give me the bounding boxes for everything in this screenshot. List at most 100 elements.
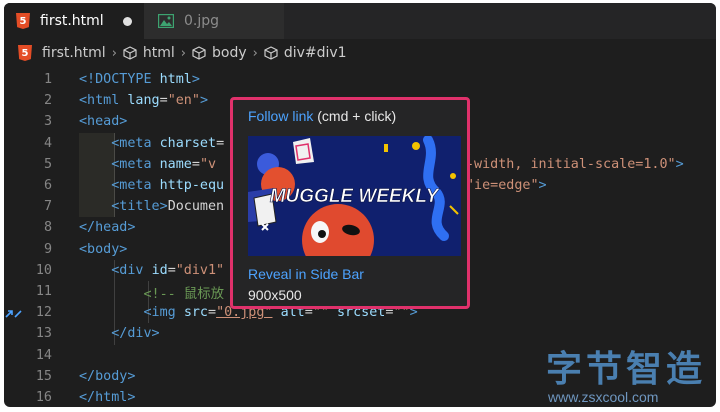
code-token: </div> (111, 326, 160, 342)
code-text: <!-- 鼠标放 (79, 282, 224, 302)
line-number: 13 (35, 326, 52, 342)
tab-label: 0.jpg (184, 13, 220, 29)
line-number: 3 (43, 114, 52, 130)
line-number: 10 (35, 262, 52, 278)
tab-label: first.html (40, 13, 104, 29)
code-token: <meta (111, 135, 160, 151)
chevron-right-icon: › (111, 45, 117, 61)
code-token: > (191, 72, 200, 87)
code-text: <meta charset= (79, 136, 224, 151)
code-token: > (675, 156, 684, 172)
breadcrumb-label: first.html (42, 45, 106, 61)
line-number: 4 (43, 135, 52, 151)
line-number: 6 (43, 178, 52, 193)
code-token: "ie=edge" (465, 178, 539, 193)
screenshot-frame: 5 first.html 0.jpg 5 first.html › html ›… (0, 0, 720, 412)
code-text: <head> (79, 114, 127, 129)
code-token: = (159, 93, 168, 109)
code-token: http-equ (159, 178, 225, 193)
code-token: lang (127, 93, 160, 109)
code-token: <!-- 鼠标放 (143, 286, 224, 302)
follow-link-hint: (cmd + click) (313, 108, 397, 124)
watermark-title: 字节智造 (546, 349, 707, 390)
link-gutter-icon (5, 310, 22, 318)
code-token: name (159, 156, 192, 172)
line-number: 1 (43, 72, 52, 87)
code-text: </html> (79, 390, 135, 405)
code-token: </head> (79, 220, 136, 236)
line-number: 11 (35, 284, 52, 299)
tab-0-jpg[interactable]: 0.jpg (144, 3, 284, 39)
line-number: 9 (43, 241, 52, 257)
code-line[interactable]: 1 <!DOCTYPE html> (4, 69, 716, 90)
chevron-right-icon: › (252, 45, 258, 61)
breadcrumb-body[interactable]: body (192, 45, 247, 61)
code-token: > (538, 178, 547, 193)
breadcrumb-div[interactable]: div#div1 (264, 45, 347, 61)
unsaved-dot-icon[interactable] (123, 17, 132, 26)
code-text: <div id="div1" (79, 263, 224, 278)
watermark: 字节智造 www.zsxcool.com (540, 340, 720, 410)
code-token: > (199, 93, 208, 109)
line-number: 15 (35, 368, 52, 384)
code-text: </head> (79, 220, 135, 235)
follow-link[interactable]: Follow link (248, 108, 313, 124)
code-token: = (167, 262, 176, 278)
code-token: <title> (111, 199, 168, 215)
code-token: <!DOCTYPE (79, 72, 160, 87)
code-text: </body> (79, 369, 135, 384)
code-text: <html lang="en"> (79, 93, 208, 108)
hover-preview-popup: Follow link (cmd + click) MUGGLE WEEKLY … (230, 97, 470, 309)
code-token: charset (159, 135, 217, 151)
breadcrumb: 5 first.html › html › body › div#div1 (4, 39, 716, 67)
code-text: </div> (79, 326, 160, 342)
image-file-icon (158, 14, 174, 28)
code-token: ce-width, initial-scale=1.0" (449, 156, 676, 172)
html5-icon: 5 (16, 13, 30, 29)
code-token: src (183, 305, 208, 321)
tab-first-html[interactable]: 5 first.html (4, 3, 144, 39)
line-number: 14 (35, 347, 52, 363)
code-token: <div (111, 262, 152, 278)
line-number: 2 (43, 93, 52, 109)
breadcrumb-label: html (142, 45, 175, 61)
code-text: <body> (79, 242, 127, 257)
code-token: <img (143, 305, 184, 321)
code-token: <html (79, 93, 128, 109)
code-text: <title>Documen (79, 199, 224, 214)
code-token: "en" (167, 93, 200, 109)
code-token: html (159, 72, 192, 87)
code-token: id (151, 262, 168, 278)
code-token: "div1" (175, 262, 225, 278)
code-token: "v (199, 156, 217, 172)
breadcrumb-html[interactable]: html (123, 45, 175, 61)
code-token: Documen (167, 199, 225, 215)
line-number: 8 (43, 220, 52, 236)
code-token: </body> (79, 368, 136, 384)
line-number: 16 (35, 390, 52, 405)
watermark-url: www.zsxcool.com (548, 389, 659, 405)
code-token: <body> (79, 241, 128, 257)
line-number: 5 (43, 156, 52, 172)
code-token: <meta (111, 156, 160, 172)
image-preview: MUGGLE WEEKLY (248, 136, 461, 256)
muggle-weekly-illustration: MUGGLE WEEKLY (248, 136, 461, 256)
follow-link-row: Follow link (cmd + click) (248, 108, 396, 124)
breadcrumb-label: div#div1 (283, 45, 347, 61)
image-dimensions: 900x500 (248, 287, 302, 303)
cube-icon (123, 46, 137, 60)
chevron-right-icon: › (180, 45, 186, 61)
html5-icon: 5 (18, 45, 32, 61)
reveal-in-sidebar-link[interactable]: Reveal in Side Bar (248, 266, 364, 282)
code-token: = (191, 156, 200, 172)
image-title-text: MUGGLE WEEKLY (270, 186, 441, 207)
code-token: = (216, 135, 225, 151)
breadcrumb-file[interactable]: 5 first.html (18, 45, 106, 61)
tab-bar: 5 first.html 0.jpg (4, 3, 716, 39)
